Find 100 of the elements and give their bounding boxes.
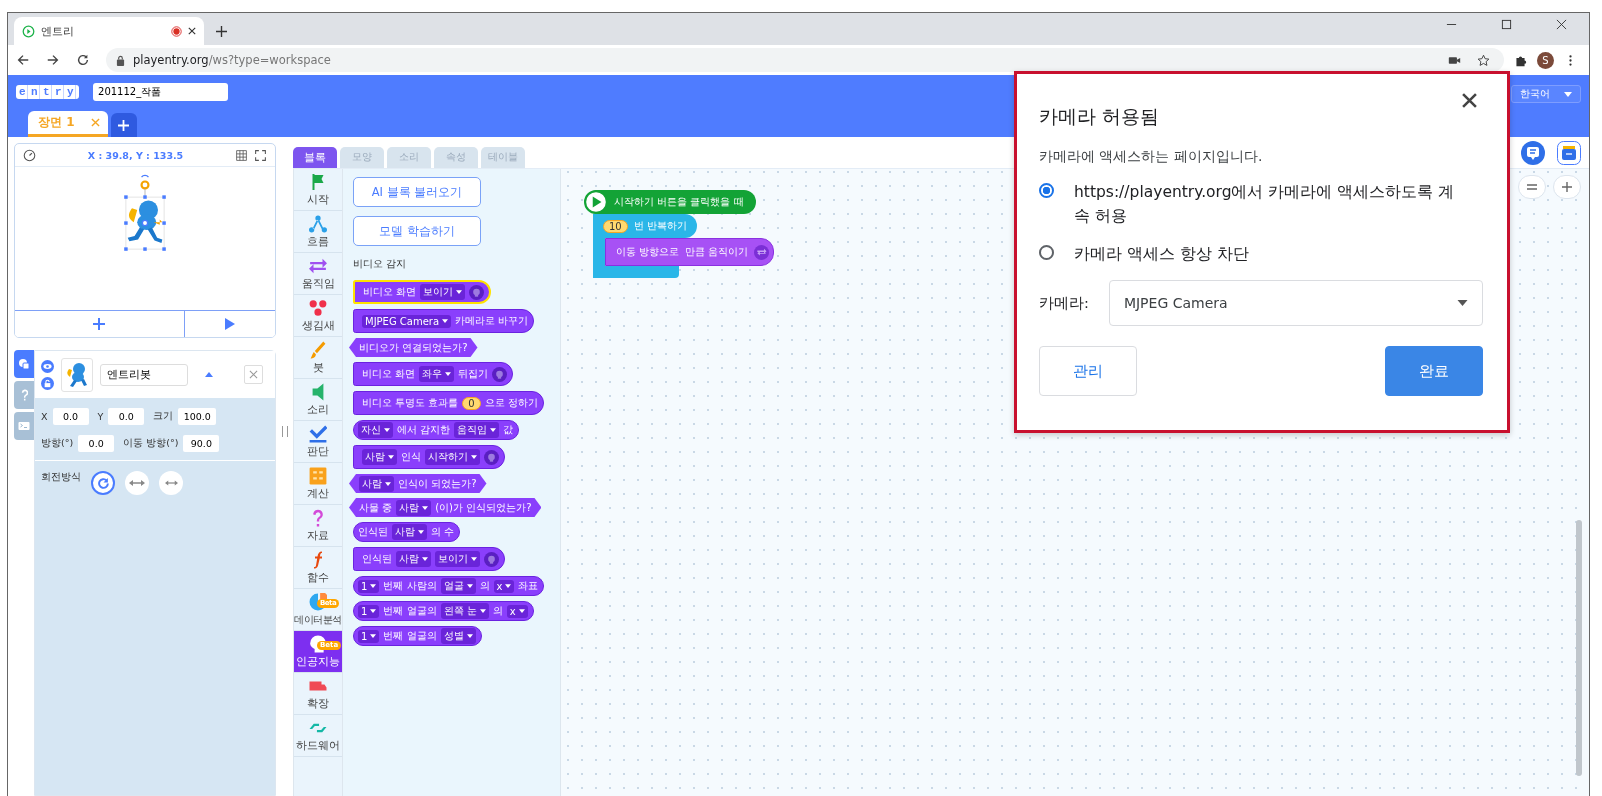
scrollbar[interactable] bbox=[1576, 520, 1582, 776]
code-block[interactable]: 인식된 사람 보이기 bbox=[353, 547, 505, 571]
number-field[interactable]: 0.0 bbox=[52, 408, 89, 425]
category-item[interactable]: 함수 bbox=[294, 547, 342, 589]
block-dropdown[interactable]: 자신 bbox=[358, 422, 393, 438]
block-dropdown[interactable]: 왼쪽 눈 bbox=[440, 603, 489, 619]
block-dropdown[interactable]: 사람 bbox=[392, 524, 427, 540]
rotation-mode-button[interactable] bbox=[91, 471, 115, 495]
block-dropdown[interactable]: 보이기 bbox=[420, 284, 466, 300]
category-item[interactable]: 소리 bbox=[294, 379, 342, 421]
code-block[interactable]: 사람 인식 시작하기 bbox=[353, 445, 505, 469]
address-bar[interactable]: playentry.org/ws?type=workspace bbox=[106, 48, 1504, 72]
fullscreen-icon[interactable] bbox=[254, 148, 267, 162]
collapse-icon[interactable] bbox=[205, 372, 213, 377]
block-dropdown[interactable]: x bbox=[493, 579, 515, 593]
block-dropdown[interactable]: 1 bbox=[358, 604, 380, 618]
number-field[interactable]: 90.0 bbox=[183, 435, 220, 452]
object-tab[interactable] bbox=[14, 350, 34, 378]
new-tab-icon[interactable] bbox=[216, 26, 227, 37]
radio-button[interactable] bbox=[1039, 183, 1054, 198]
category-item[interactable]: 확장 bbox=[294, 673, 342, 715]
code-block[interactable]: 1 번째 얼굴의 왼쪽 눈 의 x bbox=[353, 601, 534, 621]
camera-dropdown[interactable]: MJPEG Camera bbox=[1108, 280, 1483, 326]
block-dropdown[interactable]: 사람 bbox=[362, 449, 397, 465]
maximize-icon[interactable] bbox=[1501, 18, 1512, 30]
block-dropdown[interactable]: MJPEG Camera bbox=[362, 314, 452, 328]
category-item[interactable]: 생김새 bbox=[294, 295, 342, 337]
radio-button[interactable] bbox=[1039, 245, 1054, 260]
delete-button[interactable] bbox=[244, 365, 263, 384]
palette-tab[interactable]: 블록 bbox=[293, 147, 337, 168]
category-item[interactable]: 흐름 bbox=[294, 211, 342, 253]
block-dropdown[interactable]: 얼굴 bbox=[440, 578, 476, 594]
puzzle-icon[interactable] bbox=[1514, 53, 1527, 67]
profile-avatar[interactable]: S bbox=[1537, 51, 1554, 69]
code-block[interactable]: 10 번 반복하기 이동 방향으로 만큼 움직이기 bbox=[593, 214, 775, 278]
block-dropdown[interactable]: x bbox=[506, 604, 528, 618]
block-dropdown[interactable]: 보이기 bbox=[435, 551, 480, 567]
block-dropdown[interactable]: 움직임 bbox=[454, 422, 500, 438]
number-field[interactable]: 0.0 bbox=[108, 408, 145, 425]
code-block[interactable]: 인식된 사람 의 수 bbox=[353, 522, 461, 542]
resize-handle[interactable] bbox=[281, 426, 288, 437]
block-dropdown[interactable]: 성별 bbox=[440, 628, 476, 644]
close-icon[interactable] bbox=[1462, 93, 1477, 108]
star-icon[interactable] bbox=[1477, 53, 1490, 67]
block-dropdown[interactable]: 사람 bbox=[396, 551, 431, 567]
code-block[interactable]: 사물 중 사람 (이)가 인식되었는가? bbox=[349, 498, 542, 517]
category-item[interactable]: 움직임 bbox=[294, 253, 342, 295]
grid-icon[interactable] bbox=[235, 148, 248, 162]
zoom-reset-button[interactable] bbox=[1518, 175, 1546, 199]
rotation-mode-button[interactable] bbox=[159, 471, 183, 495]
gauge-icon[interactable] bbox=[23, 148, 36, 162]
block-dropdown[interactable]: 시작하기 bbox=[425, 449, 480, 465]
number-field[interactable]: 0.0 bbox=[78, 435, 115, 452]
code-block[interactable]: 1 번째 사람의 얼굴 의 x 좌표 bbox=[353, 576, 545, 596]
block-dropdown[interactable]: 사람 bbox=[396, 499, 432, 516]
category-item[interactable]: 시작 bbox=[294, 169, 342, 211]
close-icon[interactable] bbox=[1556, 18, 1567, 30]
reload-icon[interactable] bbox=[76, 53, 90, 67]
block-dropdown[interactable]: 1 bbox=[358, 629, 380, 643]
code-block[interactable]: 비디오 투명도 효과를 0 으로 정하기 bbox=[353, 391, 544, 415]
done-button[interactable]: 완료 bbox=[1385, 346, 1483, 396]
block-dropdown[interactable]: 좌우 bbox=[419, 366, 455, 382]
number-input[interactable]: 10 bbox=[603, 219, 628, 233]
rotation-mode-button[interactable] bbox=[125, 471, 149, 495]
zoom-in-button[interactable] bbox=[1553, 175, 1581, 199]
code-block[interactable]: 비디오 화면 보이기 bbox=[353, 280, 492, 304]
category-item[interactable]: 자료 bbox=[294, 505, 342, 547]
storage-icon[interactable] bbox=[1557, 140, 1581, 165]
category-item[interactable]: 계산 bbox=[294, 463, 342, 505]
palette-button[interactable]: AI 블록 불러오기 bbox=[353, 177, 481, 207]
close-icon[interactable] bbox=[188, 27, 196, 35]
browser-tab[interactable]: 엔트리 bbox=[14, 17, 204, 45]
block-dropdown[interactable]: 사람 bbox=[359, 475, 394, 492]
eye-icon[interactable] bbox=[41, 359, 54, 373]
lock-icon[interactable] bbox=[41, 376, 54, 390]
code-block[interactable]: 자신 에서 감지한 움직임 값 bbox=[353, 420, 520, 440]
forward-icon[interactable] bbox=[46, 53, 60, 67]
palette-button[interactable]: 모델 학습하기 bbox=[353, 216, 481, 246]
code-block[interactable]: 비디오가 연결되었는가? bbox=[349, 338, 478, 357]
add-scene-button[interactable] bbox=[110, 113, 137, 137]
block-label: 카메라로 바꾸기 bbox=[455, 314, 529, 328]
category-item[interactable]: 판단 bbox=[294, 421, 342, 463]
back-icon[interactable] bbox=[16, 53, 30, 67]
project-name-field[interactable]: 201112_작품 bbox=[93, 83, 228, 101]
code-block[interactable]: 이동 방향으로 만큼 움직이기 bbox=[605, 238, 775, 266]
number-input[interactable]: 0 bbox=[462, 396, 481, 410]
caret-icon bbox=[466, 634, 473, 638]
number-field[interactable]: 100.0 bbox=[178, 408, 217, 425]
block-dropdown[interactable]: 1 bbox=[358, 579, 380, 593]
chat-icon[interactable] bbox=[1521, 140, 1545, 165]
category-item[interactable]: 붓 bbox=[294, 337, 342, 379]
code-block[interactable]: 사람 인식이 되었는가? bbox=[349, 474, 487, 493]
object-name-field[interactable]: 엔트리봇 bbox=[100, 363, 188, 386]
code-block[interactable]: MJPEG Camera 카메라로 바꾸기 bbox=[353, 309, 535, 333]
manage-button[interactable]: 관리 bbox=[1039, 346, 1137, 396]
code-block[interactable]: 비디오 화면 좌우 뒤집기 bbox=[353, 362, 514, 386]
category-item[interactable]: 하드웨어 bbox=[294, 715, 342, 757]
logo[interactable]: entry bbox=[16, 85, 79, 99]
code-block[interactable]: 1 번째 얼굴의 성별 bbox=[353, 626, 482, 646]
object-thumbnail[interactable] bbox=[61, 357, 93, 392]
